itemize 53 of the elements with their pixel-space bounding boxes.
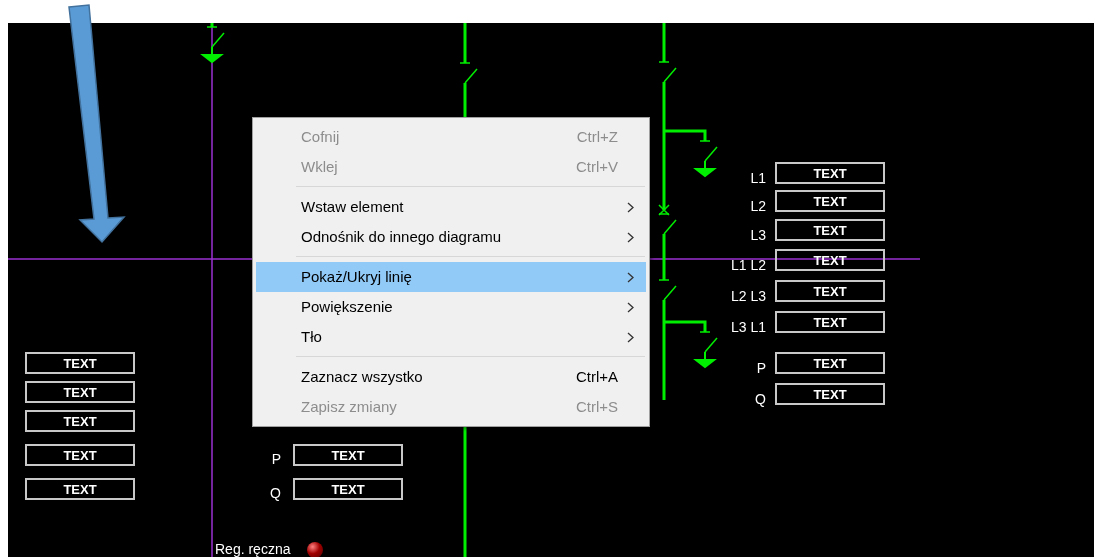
menu-item[interactable]: Powiększenie (256, 292, 646, 322)
value-field: TEXT (775, 311, 885, 333)
branch-line (664, 129, 707, 141)
chevron-right-icon (627, 301, 634, 313)
phase-label: Q (269, 486, 282, 500)
ground-symbol (695, 160, 717, 177)
phase-label: L3 L1 (729, 320, 767, 334)
value-field: TEXT (775, 383, 885, 405)
value-field: TEXT (775, 352, 885, 374)
value-field: TEXT (775, 162, 885, 184)
chevron-right-icon (627, 231, 634, 243)
value-field: TEXT (775, 280, 885, 302)
phase-label: L1 (749, 171, 767, 185)
phase-label: L2 L3 (729, 289, 767, 303)
ground-symbol (202, 46, 224, 63)
value-field: TEXT (293, 478, 403, 500)
value-field: TEXT (25, 478, 135, 500)
phase-label: Q (754, 392, 767, 406)
menu-item[interactable]: Tło (256, 322, 646, 352)
switch-symbol (206, 26, 225, 48)
phase-label: L1 L2 (729, 258, 767, 272)
bus-line (662, 234, 666, 280)
branch-line (664, 320, 707, 332)
status-label: Reg. ręczna (215, 542, 291, 556)
chevron-right-icon (627, 201, 634, 213)
value-field: TEXT (293, 444, 403, 466)
switch-symbol (699, 331, 718, 353)
phase-label: P (755, 361, 767, 375)
switch-symbol (658, 61, 677, 83)
ground-symbol (695, 351, 717, 368)
value-field: TEXT (25, 352, 135, 374)
cross-mark (658, 204, 670, 216)
phase-label: L3 (749, 228, 767, 242)
phase-label: L2 (749, 199, 767, 213)
value-field: TEXT (775, 190, 885, 212)
value-field: TEXT (25, 444, 135, 466)
chevron-right-icon (627, 271, 634, 283)
bus-line (662, 23, 666, 62)
bus-line (463, 23, 467, 63)
value-field: TEXT (25, 381, 135, 403)
menu-item[interactable]: Wstaw element (256, 192, 646, 222)
switch-symbol (658, 279, 677, 301)
value-field: TEXT (775, 219, 885, 241)
switch-symbol (658, 213, 677, 235)
menu-item[interactable]: Pokaż/Ukryj linię (256, 262, 646, 292)
menu-item[interactable]: Odnośnik do innego diagramu (256, 222, 646, 252)
phase-label: P (270, 452, 282, 466)
switch-symbol (699, 140, 718, 162)
switch-symbol (459, 62, 478, 84)
value-field: TEXT (25, 410, 135, 432)
chevron-right-icon (627, 331, 634, 343)
bus-line (210, 23, 214, 27)
menu-item[interactable]: Zaznacz wszystko Ctrl+A (256, 362, 646, 392)
